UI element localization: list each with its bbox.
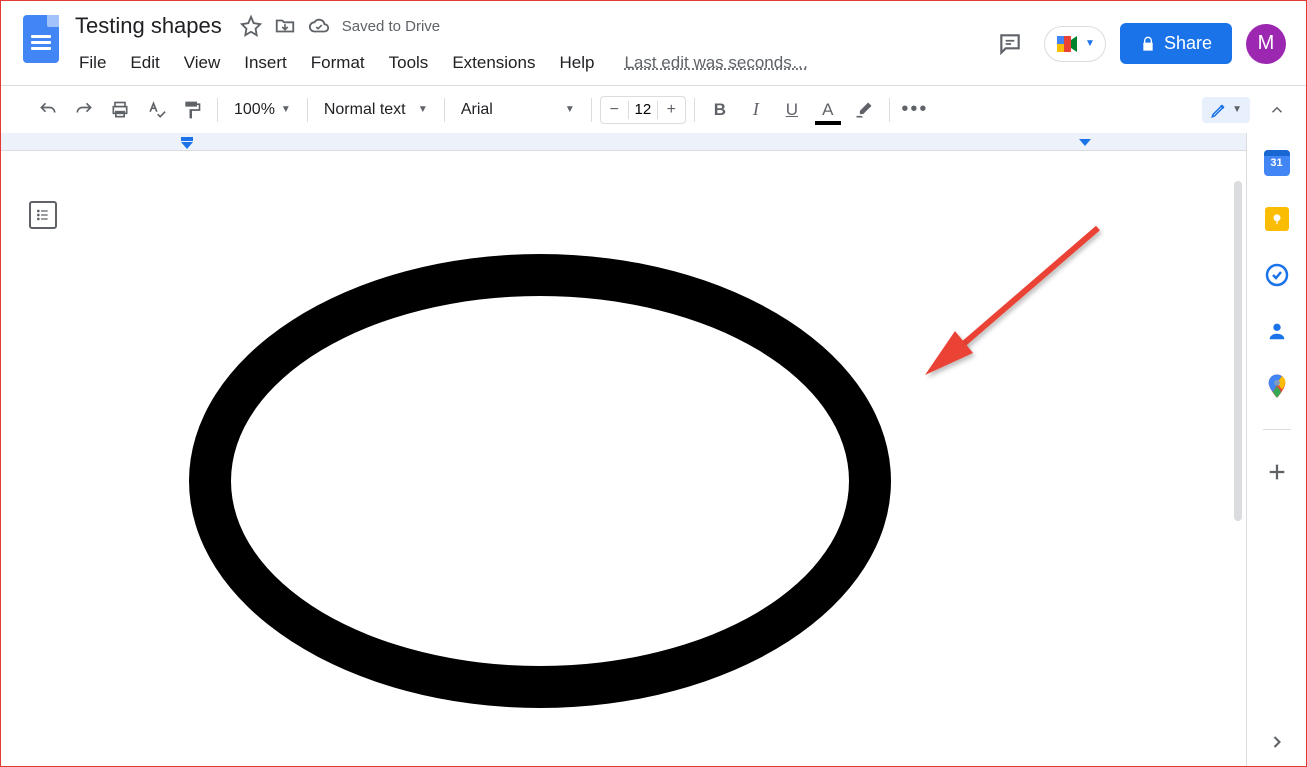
bold-button[interactable]: B [703, 95, 737, 125]
account-avatar[interactable]: M [1246, 24, 1286, 64]
get-addons-button[interactable] [1263, 458, 1291, 486]
right-indent-marker[interactable] [1079, 139, 1091, 146]
paragraph-style-select[interactable]: Normal text▼ [316, 97, 436, 123]
document-page[interactable] [1, 151, 1201, 766]
ellipse-shape[interactable] [189, 254, 891, 708]
left-indent-marker[interactable] [181, 137, 193, 149]
move-folder-icon[interactable] [274, 15, 296, 37]
collapse-toolbar-button[interactable] [1260, 95, 1294, 125]
menu-insert[interactable]: Insert [234, 49, 297, 77]
spellcheck-button[interactable] [139, 95, 173, 125]
share-button[interactable]: Share [1120, 23, 1232, 64]
chevron-down-icon: ▼ [565, 104, 575, 115]
toolbar: 100%▼ Normal text▼ Arial▼ − + B I U A ••… [1, 85, 1306, 133]
menu-help[interactable]: Help [549, 49, 604, 77]
menu-file[interactable]: File [69, 49, 116, 77]
chevron-up-icon [1268, 101, 1286, 119]
redo-button[interactable] [67, 95, 101, 125]
menu-bar: File Edit View Insert Format Tools Exten… [69, 47, 990, 79]
underline-button[interactable]: U [775, 95, 809, 125]
menu-format[interactable]: Format [301, 49, 375, 77]
editing-mode-button[interactable]: ▼ [1202, 97, 1250, 123]
text-color-button[interactable]: A [811, 95, 845, 125]
lock-icon [1140, 36, 1156, 52]
italic-button[interactable]: I [739, 95, 773, 125]
chevron-right-icon [1267, 732, 1287, 752]
page-scroll-surface[interactable] [1, 151, 1246, 766]
zoom-select[interactable]: 100%▼ [226, 97, 299, 123]
more-tools-button[interactable]: ••• [898, 95, 932, 125]
last-edit-link[interactable]: Last edit was seconds… [624, 53, 808, 73]
hide-side-panel-button[interactable] [1267, 732, 1287, 752]
chevron-down-icon: ▼ [418, 104, 428, 115]
chevron-down-icon: ▼ [1085, 38, 1095, 49]
contacts-icon[interactable] [1263, 317, 1291, 345]
save-status-text: Saved to Drive [342, 18, 440, 35]
document-title[interactable]: Testing shapes [69, 11, 228, 41]
paint-format-button[interactable] [175, 95, 209, 125]
menu-edit[interactable]: Edit [120, 49, 169, 77]
arrow-annotation [913, 223, 1113, 423]
menu-tools[interactable]: Tools [379, 49, 439, 77]
vertical-scrollbar[interactable] [1234, 181, 1242, 521]
meet-button[interactable]: ▼ [1044, 26, 1106, 62]
tasks-icon[interactable] [1263, 261, 1291, 289]
font-family-select[interactable]: Arial▼ [453, 97, 583, 123]
keep-icon[interactable] [1263, 205, 1291, 233]
document-area [1, 133, 1246, 766]
side-panel: 31 [1246, 133, 1306, 766]
print-button[interactable] [103, 95, 137, 125]
comment-history-icon[interactable] [990, 24, 1030, 64]
chevron-down-icon: ▼ [281, 104, 291, 115]
google-meet-icon [1055, 33, 1081, 55]
highlight-color-button[interactable] [847, 95, 881, 125]
app-header: Testing shapes Saved to Drive File Edit … [1, 1, 1306, 79]
menu-view[interactable]: View [174, 49, 231, 77]
font-size-decrease[interactable]: − [601, 101, 629, 119]
maps-icon[interactable] [1263, 373, 1291, 401]
font-size-input[interactable] [629, 100, 657, 119]
font-size-increase[interactable]: + [657, 101, 685, 119]
docs-home-link[interactable] [13, 9, 69, 63]
horizontal-ruler[interactable] [1, 133, 1246, 151]
undo-button[interactable] [31, 95, 65, 125]
side-separator [1263, 429, 1291, 430]
chevron-down-icon: ▼ [1232, 104, 1242, 115]
google-docs-logo-icon [23, 15, 59, 63]
pencil-icon [1210, 101, 1228, 119]
workspace: 31 [1, 133, 1306, 766]
star-icon[interactable] [240, 15, 262, 37]
menu-extensions[interactable]: Extensions [442, 49, 545, 77]
calendar-icon[interactable]: 31 [1263, 149, 1291, 177]
share-label: Share [1164, 33, 1212, 54]
cloud-saved-icon[interactable] [308, 15, 330, 37]
font-size-stepper[interactable]: − + [600, 96, 686, 124]
